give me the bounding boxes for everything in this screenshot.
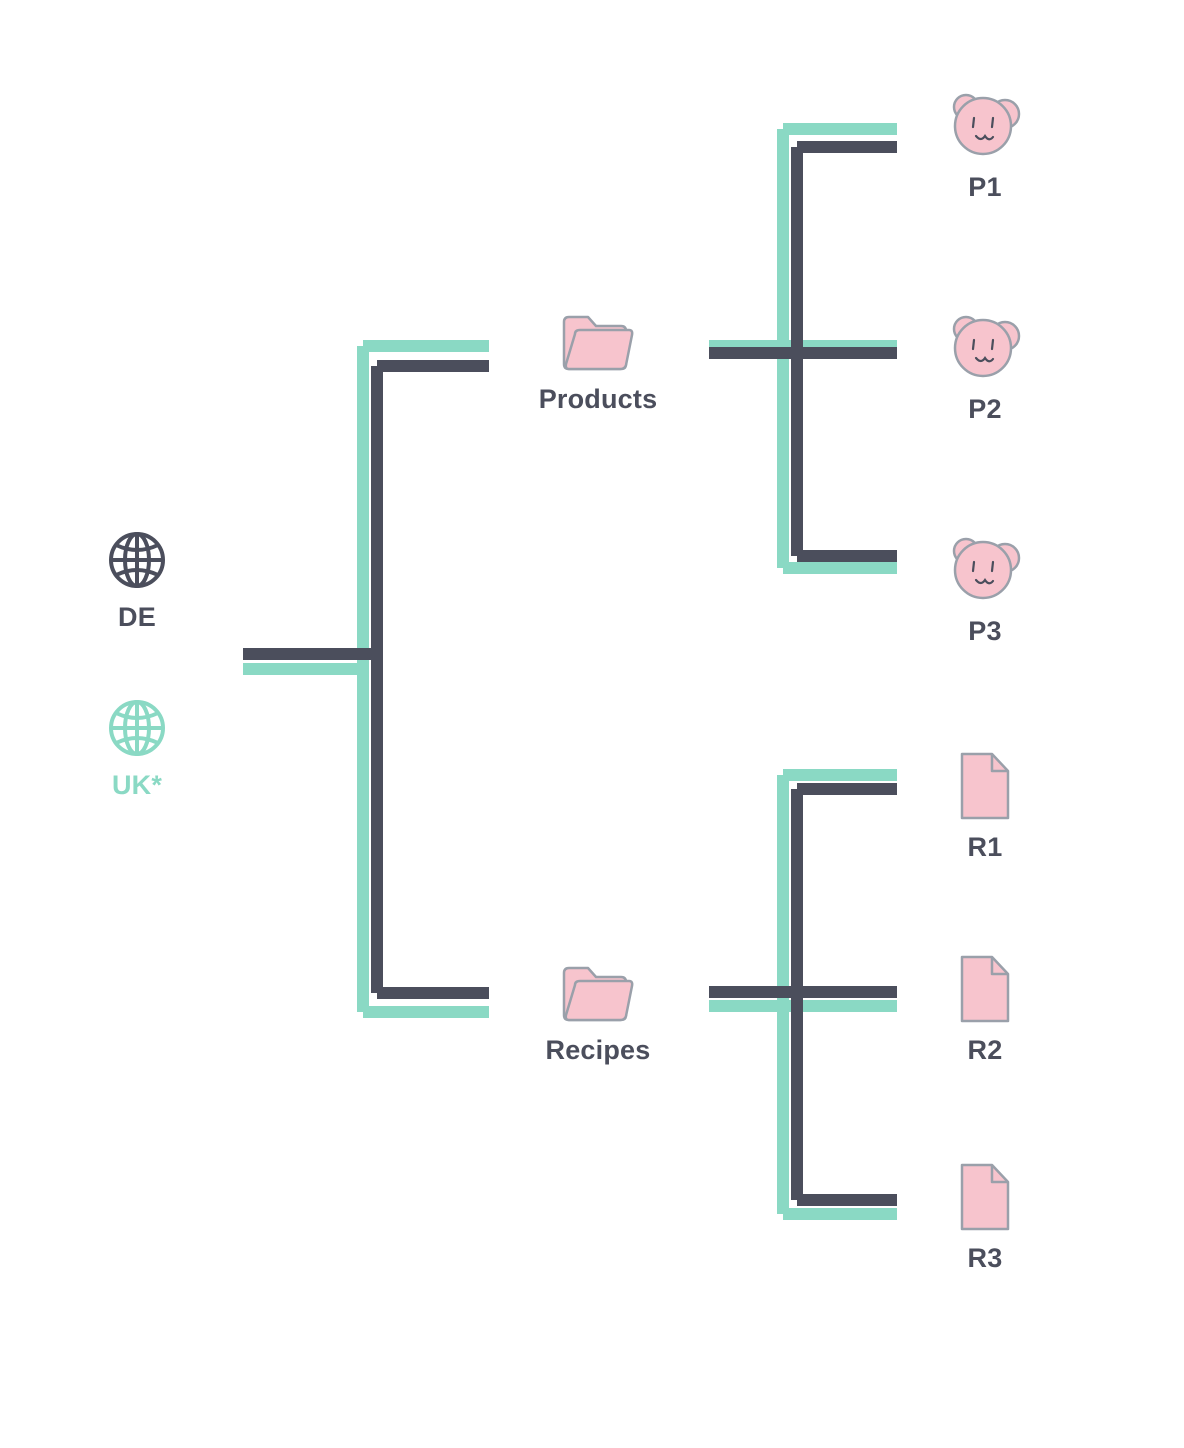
- globe-icon: [105, 696, 169, 760]
- node-label: P1: [968, 172, 1002, 202]
- node-label: DE: [118, 602, 156, 632]
- node-p3[interactable]: P3: [905, 532, 1065, 647]
- node-label: Recipes: [545, 1035, 651, 1065]
- diagram-canvas: DE UK* Products Recipes P1 P2 P3 R1 R2 R…: [0, 0, 1184, 1448]
- document-icon: [956, 1161, 1014, 1233]
- node-label: UK*: [111, 770, 163, 800]
- node-de[interactable]: DE: [57, 528, 217, 633]
- node-r1[interactable]: R1: [905, 750, 1065, 863]
- node-label: P2: [968, 394, 1002, 424]
- node-products[interactable]: Products: [518, 312, 678, 415]
- node-r2[interactable]: R2: [905, 953, 1065, 1066]
- folder-icon: [559, 312, 637, 374]
- node-r3[interactable]: R3: [905, 1161, 1065, 1274]
- globe-icon: [105, 528, 169, 592]
- node-uk[interactable]: UK*: [57, 696, 217, 801]
- node-recipes[interactable]: Recipes: [518, 963, 678, 1066]
- node-label: R1: [967, 832, 1003, 862]
- document-icon: [956, 953, 1014, 1025]
- node-p1[interactable]: P1: [905, 88, 1065, 203]
- pig-face-icon: [945, 310, 1025, 384]
- document-icon: [956, 750, 1014, 822]
- pig-face-icon: [945, 532, 1025, 606]
- node-label: R2: [967, 1035, 1003, 1065]
- pig-face-icon: [945, 88, 1025, 162]
- node-label: Products: [538, 384, 658, 414]
- node-label: P3: [968, 616, 1002, 646]
- folder-icon: [559, 963, 637, 1025]
- node-p2[interactable]: P2: [905, 310, 1065, 425]
- node-label: R3: [967, 1243, 1003, 1273]
